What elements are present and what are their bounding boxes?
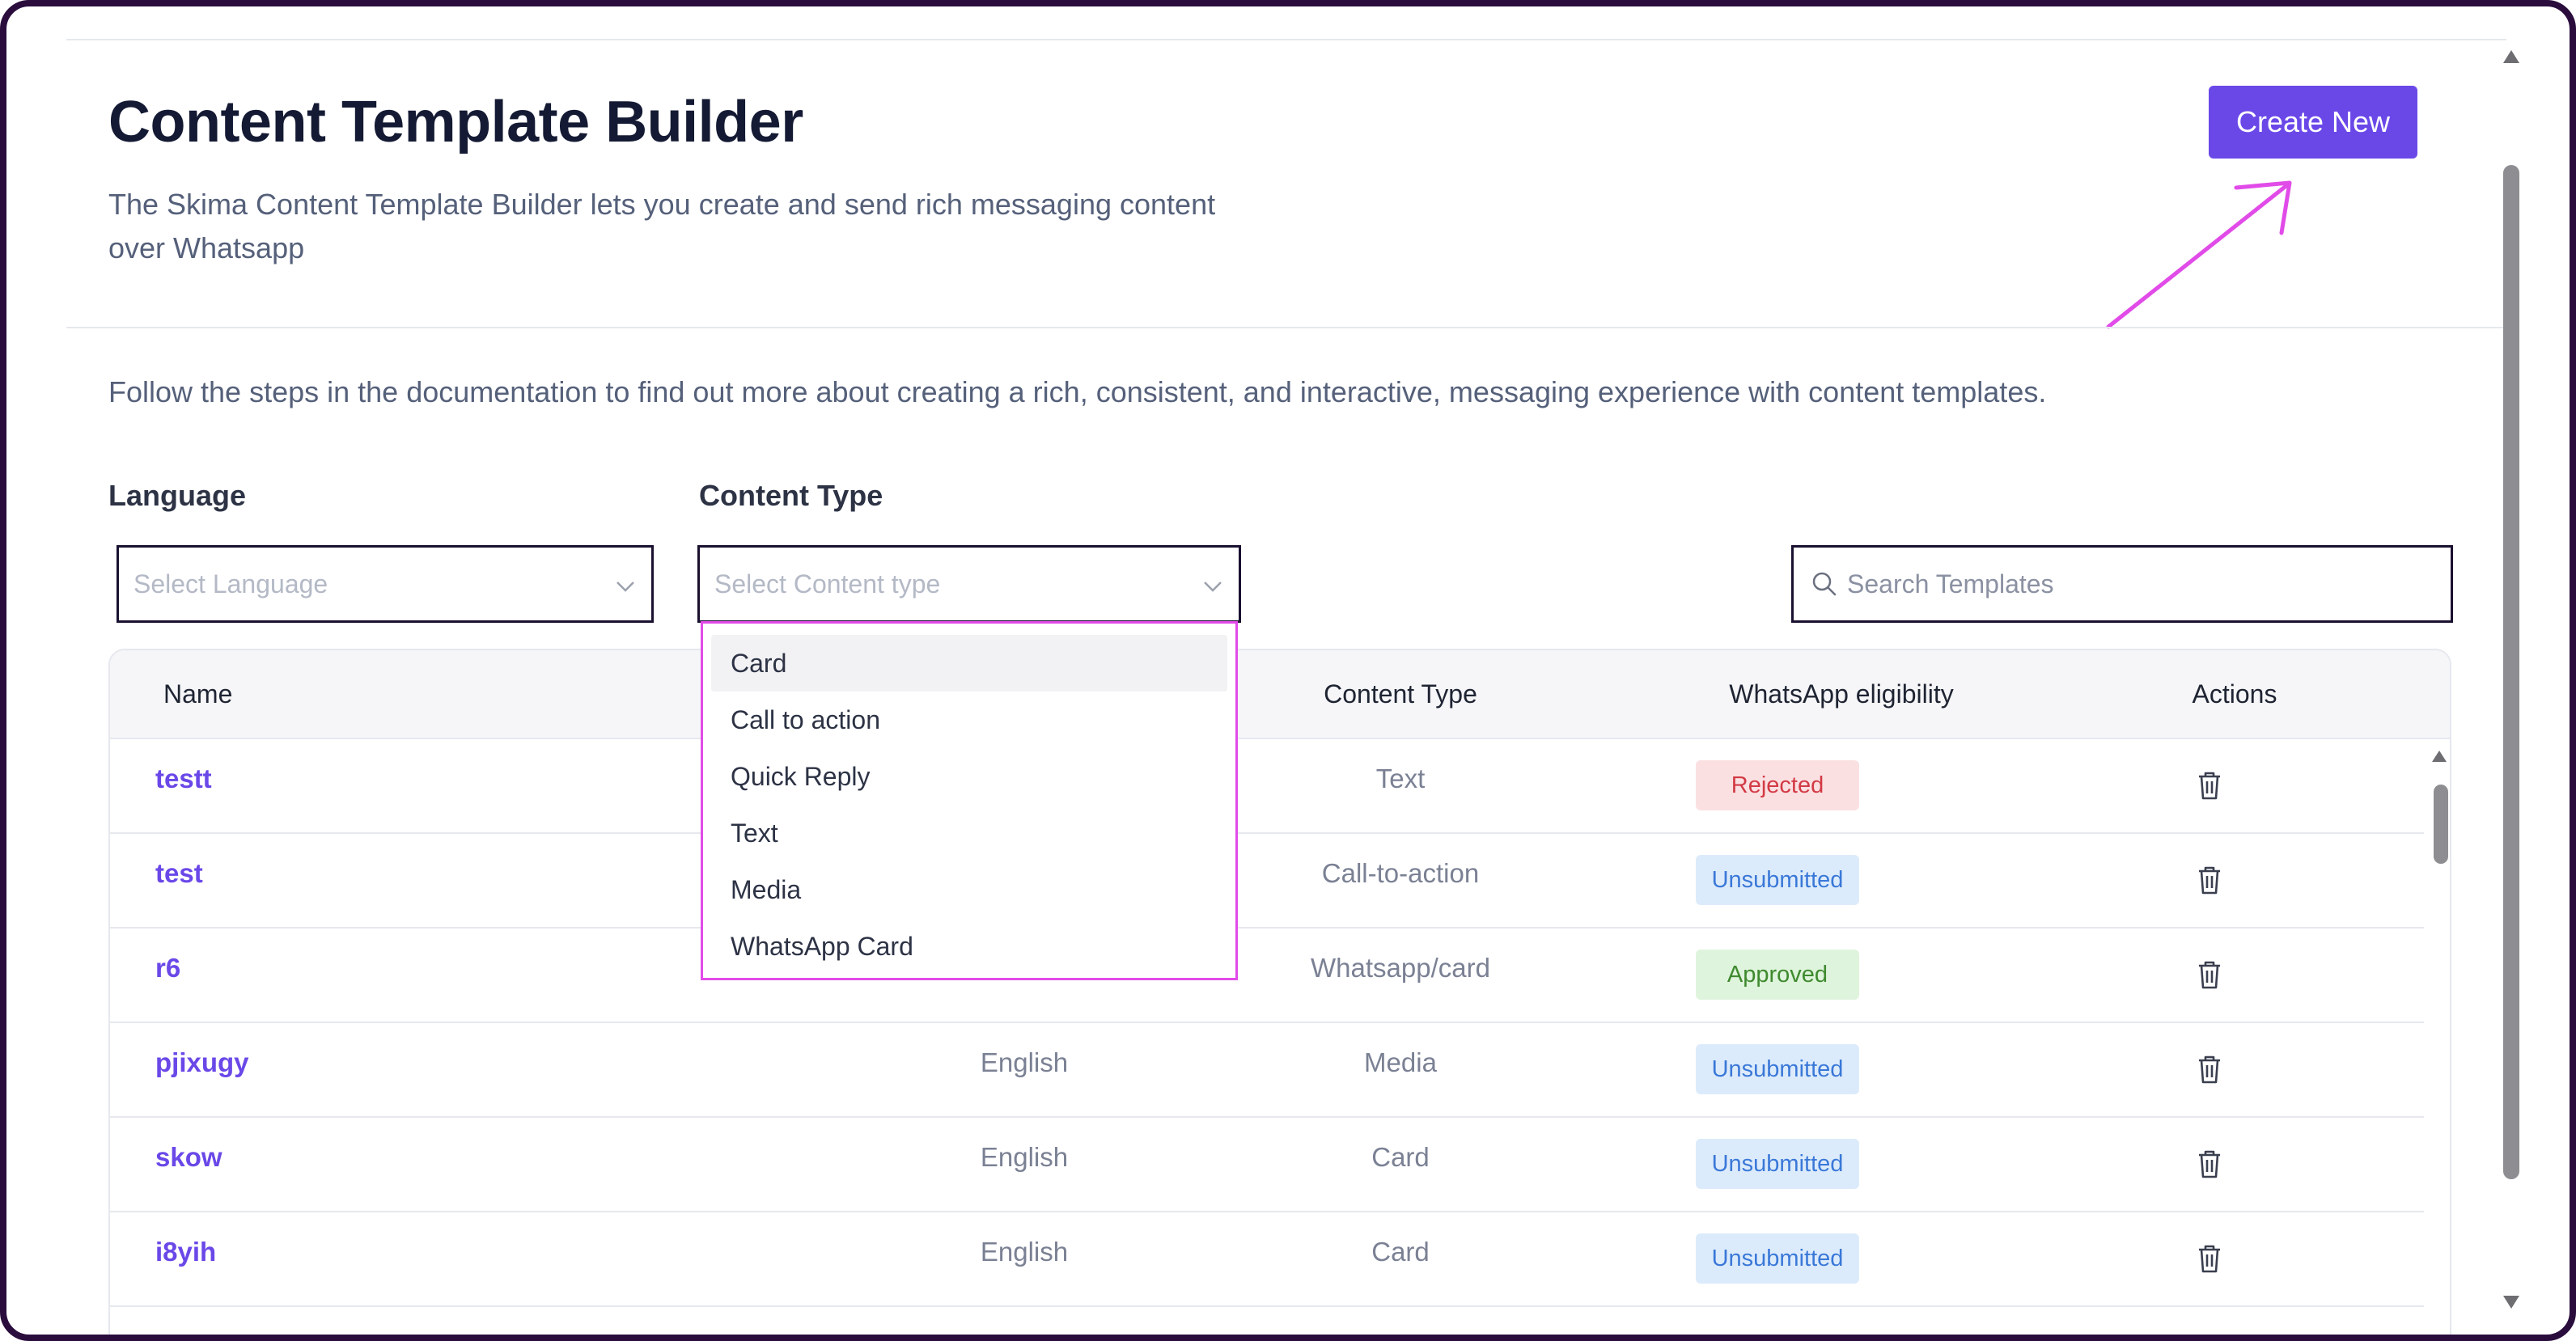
template-name-link[interactable]: testt [155, 764, 212, 794]
dropdown-option-media[interactable]: Media [711, 861, 1227, 918]
scroll-up-arrow-icon[interactable] [2502, 49, 2521, 65]
template-name-link[interactable]: i8yih [155, 1237, 216, 1267]
template-name-link[interactable]: test [155, 858, 203, 889]
table-row: r6 Whatsapp/card Approved [110, 929, 2424, 1023]
language-label: Language [108, 479, 247, 512]
table-row: pjixugy English Media Unsubmitted [110, 1023, 2424, 1118]
template-content-type: Media [1364, 1047, 1437, 1077]
table-body: testt Text Rejected test Call-to-action … [110, 739, 2424, 1307]
status-badge: Unsubmitted [1696, 1233, 1859, 1284]
table-row: testt Text Rejected [110, 739, 2424, 834]
table-row: i8yih English Card Unsubmitted [110, 1212, 2424, 1307]
status-badge: Unsubmitted [1696, 1044, 1859, 1094]
dropdown-option-card[interactable]: Card [711, 635, 1227, 692]
status-badge: Unsubmitted [1696, 855, 1859, 905]
column-header-whatsapp-eligibility[interactable]: WhatsApp eligibility [1647, 679, 2036, 709]
search-input[interactable]: Search Templates [1791, 545, 2453, 623]
language-select-placeholder: Select Language [133, 569, 328, 599]
dropdown-option-quick-reply[interactable]: Quick Reply [711, 748, 1227, 805]
dropdown-option-call-to-action[interactable]: Call to action [711, 692, 1227, 748]
page-subtitle: The Skima Content Template Builder lets … [108, 188, 1216, 264]
trash-icon[interactable] [2196, 1054, 2223, 1085]
status-badge: Approved [1696, 950, 1859, 1000]
template-name-link[interactable]: pjixugy [155, 1047, 249, 1078]
language-select[interactable]: Select Language [117, 545, 654, 623]
template-content-type: Card [1371, 1142, 1430, 1172]
status-badge: Unsubmitted [1696, 1139, 1859, 1189]
scroll-up-arrow-icon[interactable] [2430, 749, 2448, 764]
annotation-arrow [2106, 180, 2292, 329]
dropdown-option-whatsapp-card[interactable]: WhatsApp Card [711, 918, 1227, 975]
column-header-content-type[interactable]: Content Type [1288, 679, 1513, 709]
create-new-button[interactable]: Create New [2209, 86, 2417, 159]
template-content-type: Call-to-action [1321, 858, 1480, 888]
trash-icon[interactable] [2196, 959, 2223, 990]
table-scrollbar-thumb[interactable] [2434, 785, 2448, 864]
chevron-down-icon [1204, 582, 1222, 592]
content-type-label: Content Type [699, 479, 883, 512]
scroll-down-arrow-icon[interactable] [2502, 1294, 2521, 1310]
page-scrollbar-thumb[interactable] [2503, 165, 2519, 1179]
template-content-type: Text [1375, 764, 1426, 793]
template-name-link[interactable]: r6 [155, 953, 180, 984]
templates-table: Name Content Type WhatsApp eligibility A… [108, 649, 2451, 1335]
table-header: Name Content Type WhatsApp eligibility A… [110, 650, 2450, 739]
search-icon [1812, 572, 1837, 596]
trash-icon[interactable] [2196, 1149, 2223, 1179]
template-language: English [980, 1237, 1069, 1267]
search-placeholder: Search Templates [1847, 569, 2054, 599]
template-content-type: Card [1371, 1237, 1430, 1267]
app-window: Content Template Builder The Skima Conte… [0, 0, 2576, 1341]
content-type-select[interactable]: Select Content type [697, 545, 1241, 623]
section-divider [66, 327, 2506, 328]
top-divider [66, 39, 2506, 40]
template-language: English [980, 1142, 1069, 1172]
column-header-actions: Actions [2192, 679, 2277, 709]
page-scrollbar[interactable] [2493, 42, 2529, 1320]
content-type-select-placeholder: Select Content type [714, 569, 941, 599]
table-row: test Call-to-action Unsubmitted [110, 834, 2424, 929]
trash-icon[interactable] [2196, 1243, 2223, 1274]
template-content-type: Whatsapp/card [1311, 953, 1490, 983]
page-title: Content Template Builder [108, 90, 803, 154]
content-type-dropdown: Card Call to action Quick Reply Text Med… [701, 621, 1238, 980]
chevron-down-icon [616, 582, 634, 592]
status-badge: Rejected [1696, 760, 1859, 810]
trash-icon[interactable] [2196, 865, 2223, 895]
table-scrollbar[interactable] [2424, 739, 2450, 1335]
template-language: English [980, 1047, 1069, 1077]
template-name-link[interactable]: skow [155, 1142, 222, 1173]
column-header-name[interactable]: Name [163, 679, 232, 709]
table-row: skow English Card Unsubmitted [110, 1118, 2424, 1212]
dropdown-option-text[interactable]: Text [711, 805, 1227, 861]
documentation-text: Follow the steps in the documentation to… [108, 375, 2047, 408]
trash-icon[interactable] [2196, 770, 2223, 801]
